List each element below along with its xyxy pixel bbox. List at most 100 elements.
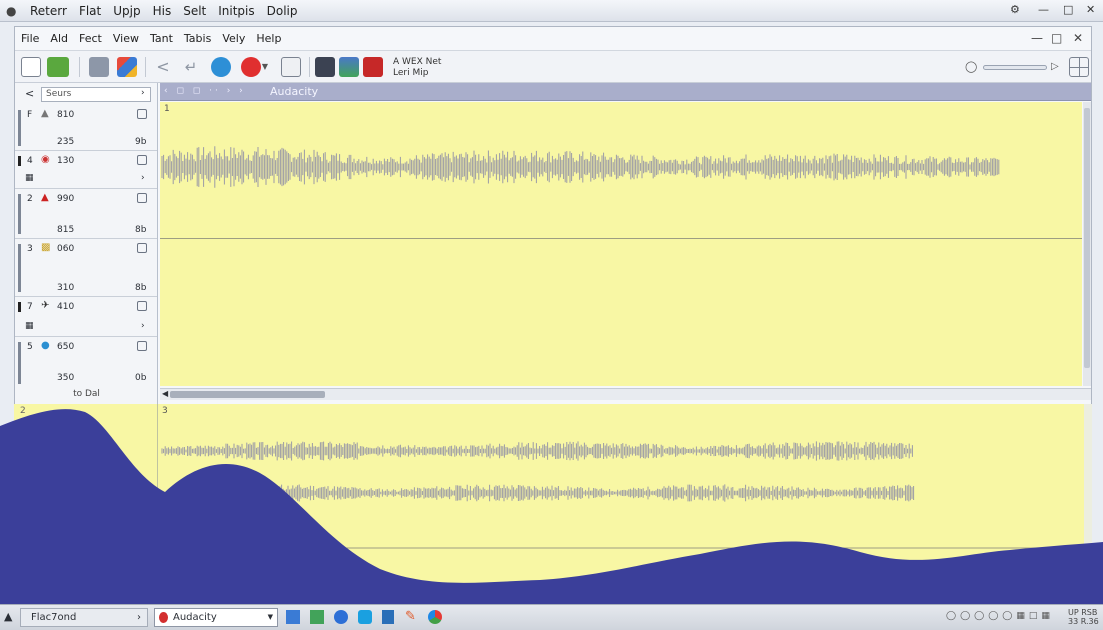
start-chevron-icon: › [137, 612, 141, 623]
os-menu-item[interactable]: Selt [183, 4, 206, 18]
horizontal-scroll-thumb[interactable] [170, 391, 325, 398]
maximize-icon[interactable]: □ [1051, 31, 1062, 45]
browser-icon[interactable] [334, 610, 348, 624]
track-level-bar [18, 244, 21, 292]
settings-icon[interactable]: ⚙ [1010, 3, 1020, 16]
menu-fect[interactable]: Fect [79, 32, 102, 45]
track-menu-icon[interactable] [137, 243, 147, 253]
menu-view[interactable]: View [113, 32, 139, 45]
grid-view-button[interactable] [1069, 57, 1089, 77]
effects-button[interactable] [117, 57, 137, 77]
track-row[interactable]: 2 ▲ 990 815 8b [15, 189, 157, 239]
track-level-bar [18, 302, 21, 312]
os-minimize-icon[interactable]: — [1038, 3, 1049, 16]
red-tool-button[interactable] [363, 57, 383, 77]
app-icon-1[interactable] [286, 610, 300, 624]
track-expand-icon[interactable]: › [141, 173, 145, 183]
collapse-icon[interactable]: < [25, 87, 34, 100]
track-value: 990 [57, 194, 75, 204]
os-close-icon[interactable]: ✕ [1086, 3, 1095, 16]
os-menu-item[interactable]: Upjp [113, 4, 140, 18]
os-logo-icon[interactable]: ● [6, 4, 20, 18]
os-menu-item[interactable]: Flat [79, 4, 101, 18]
os-menu-item[interactable]: His [153, 4, 172, 18]
device-button[interactable] [281, 57, 301, 77]
waveform-area[interactable]: 1 [160, 102, 1082, 386]
track-value: 650 [57, 342, 75, 352]
track-row[interactable]: 4 ◉ 130 ▦ › [15, 151, 157, 189]
track-row[interactable]: 5 ● 650 350 0b [15, 337, 157, 387]
stop-button[interactable] [211, 57, 231, 77]
search-dropdown-icon[interactable]: › [141, 88, 145, 98]
track-number: 4 [27, 156, 33, 166]
mountain-graphic [0, 409, 1103, 604]
lock-icon[interactable]: ▲ [4, 610, 12, 623]
new-project-button[interactable] [21, 57, 41, 77]
track-menu-icon[interactable] [137, 193, 147, 203]
open-folder-button[interactable] [47, 57, 69, 77]
track-db: 0b [135, 373, 147, 383]
menu-vely[interactable]: Vely [222, 32, 245, 45]
os-menu-item[interactable]: Dolip [267, 4, 298, 18]
taskbar-app-audacity[interactable]: Audacity ▼ [154, 608, 278, 627]
app-icon-3[interactable] [358, 610, 372, 624]
image-tool-button[interactable] [339, 57, 359, 77]
minimize-icon[interactable]: — [1031, 31, 1043, 45]
app-icon-2[interactable] [310, 610, 324, 624]
app-dropdown-icon: ▼ [267, 613, 273, 621]
menu-tabis[interactable]: Tabis [184, 32, 211, 45]
track-search-input[interactable]: Seurs [41, 87, 151, 102]
back-icon[interactable]: < [153, 57, 173, 77]
close-icon[interactable]: ✕ [1073, 31, 1083, 45]
menu-ald[interactable]: Ald [50, 32, 68, 45]
app-menu-bar: File Ald Fect View Tant Tabis Vely Help … [15, 27, 1091, 51]
navigation-icons[interactable]: ‹ ◻ ◻ ·· › › [164, 86, 246, 96]
track-expand-icon[interactable]: › [141, 321, 145, 331]
horizontal-scrollbar[interactable]: ◀ [160, 388, 1091, 400]
vertical-scrollbar[interactable] [1083, 102, 1091, 386]
mixer-icon[interactable]: ▦ [25, 173, 34, 183]
menu-help[interactable]: Help [256, 32, 281, 45]
track-tab-bar: ‹ ◻ ◻ ·· › › Audacity [160, 83, 1091, 101]
os-menu-item[interactable]: Initpis [218, 4, 254, 18]
pen-icon[interactable]: ✎ [405, 609, 416, 624]
taskbar-app-label: Audacity [173, 612, 217, 623]
scroll-left-icon[interactable]: ◀ [162, 389, 168, 398]
track-menu-icon[interactable] [137, 109, 147, 119]
toolbar-divider [145, 57, 146, 77]
track-menu-icon[interactable] [137, 301, 147, 311]
menu-tant[interactable]: Tant [150, 32, 173, 45]
track-value: 060 [57, 244, 75, 254]
track-db: 8b [135, 283, 147, 293]
globe-icon: ● [41, 340, 50, 351]
vertical-scroll-thumb[interactable] [1084, 108, 1090, 368]
copy-button[interactable] [89, 57, 109, 77]
track-row[interactable]: F ▲ 810 235 9b [15, 105, 157, 151]
taskbar-start-button[interactable]: Flac7ond › [20, 608, 148, 627]
project-info-line1: A WEX Net [393, 57, 442, 67]
tray-clock[interactable]: UP RSB 33 R.36 [1068, 608, 1099, 626]
track-menu-icon[interactable] [137, 155, 147, 165]
track-row[interactable]: 3 ▩ 060 310 8b [15, 239, 157, 297]
start-label: Flac7ond [31, 612, 77, 623]
track-divider [160, 238, 1082, 239]
chart-icon: ▩ [41, 242, 51, 253]
track-row[interactable]: 7 ✈ 410 ▦ › [15, 297, 157, 337]
tray-icons[interactable]: ◯◯◯◯◯▦□▦ [946, 611, 1054, 621]
track-value: 130 [57, 156, 75, 166]
os-maximize-icon[interactable]: □ [1063, 3, 1073, 16]
play-icon[interactable]: ▷ [1051, 57, 1063, 77]
track-menu-icon[interactable] [137, 341, 147, 351]
track-db: 9b [135, 137, 147, 147]
record-button[interactable] [241, 57, 261, 77]
colorwheel-icon[interactable] [428, 610, 442, 624]
mixer-icon[interactable]: ▦ [25, 321, 34, 331]
tab-title[interactable]: Audacity [270, 85, 318, 98]
document-icon[interactable] [382, 610, 394, 624]
volume-slider[interactable] [983, 65, 1047, 70]
os-menu-item[interactable]: Reterr [30, 4, 67, 18]
cursor-tool-icon[interactable]: ↵ [181, 57, 201, 77]
menu-file[interactable]: File [21, 32, 39, 45]
record-dropdown-icon[interactable]: ▼ [261, 57, 269, 77]
tools-button[interactable] [315, 57, 335, 77]
